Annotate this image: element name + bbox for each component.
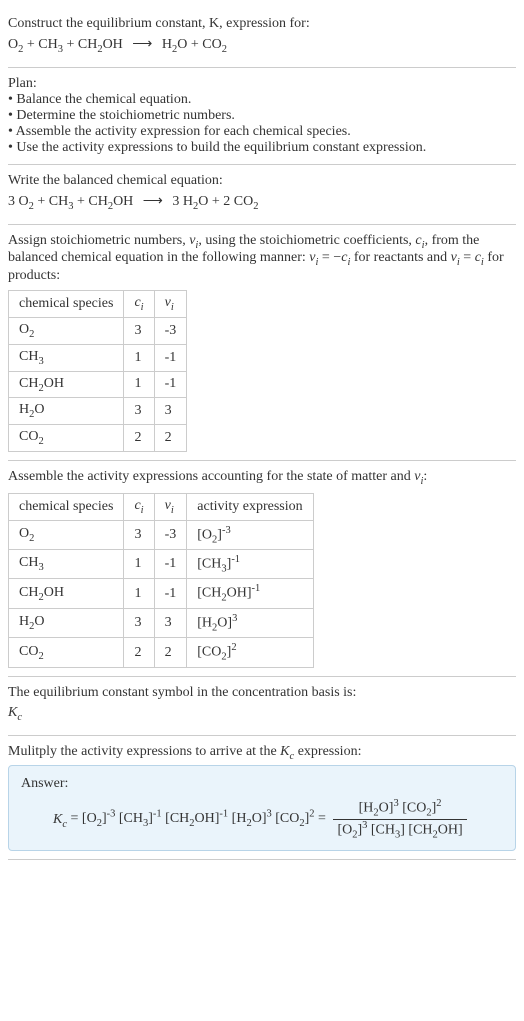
cell-species: O2	[9, 520, 124, 549]
cell-ci: 3	[124, 317, 154, 344]
th-vi: νi	[154, 493, 187, 520]
balanced-section: Write the balanced chemical equation: 3 …	[8, 165, 516, 225]
cell-species: H2O	[9, 398, 124, 425]
cell-activity: [CH3]-1	[187, 550, 313, 579]
ksymbol-section: The equilibrium constant symbol in the c…	[8, 677, 516, 736]
cell-activity: [CO2]2	[187, 638, 313, 667]
assign-t1: Assign stoichiometric numbers,	[8, 233, 189, 248]
cell-ci: 2	[124, 638, 154, 667]
cell-ci: 3	[124, 520, 154, 549]
cell-species: CO2	[9, 638, 124, 667]
plan-bullet-3: • Assemble the activity expression for e…	[8, 124, 516, 140]
ksymbol-value: Kc	[8, 705, 516, 723]
assign-section: Assign stoichiometric numbers, νi , using…	[8, 225, 516, 461]
ksymbol-line: The equilibrium constant symbol in the c…	[8, 685, 516, 701]
cell-ci: 1	[124, 579, 154, 608]
cell-vi: -3	[154, 317, 187, 344]
cell-vi: -1	[154, 371, 187, 398]
table-row: chemical species ci νi	[9, 291, 187, 318]
assign-text: Assign stoichiometric numbers, νi, using…	[8, 233, 516, 285]
answer-label: Answer:	[21, 776, 503, 792]
cell-ci: 3	[124, 608, 154, 637]
cell-species: H2O	[9, 608, 124, 637]
cell-ci: 2	[124, 425, 154, 452]
th-ci: ci	[124, 291, 154, 318]
plan-bullet-4: • Use the activity expressions to build …	[8, 140, 516, 156]
answer-box: Answer: Kc = [O2]-3 [CH3]-1 [CH2OH]-1 [H…	[8, 765, 516, 851]
intro-section: Construct the equilibrium constant, K, e…	[8, 8, 516, 68]
table-row: H2O 3 3 [H2O]3	[9, 608, 314, 637]
cell-vi: 3	[154, 608, 187, 637]
cell-species: O2	[9, 317, 124, 344]
assign-t2: , using the stoichiometric coefficients,	[198, 233, 415, 248]
cell-ci: 1	[124, 371, 154, 398]
table-row: CH2OH 1 -1	[9, 371, 187, 398]
cell-vi: -1	[154, 579, 187, 608]
cell-activity: [CH2OH]-1	[187, 579, 313, 608]
cell-vi: 3	[154, 398, 187, 425]
cell-vi: -1	[154, 344, 187, 371]
assemble-text: Assemble the activity expressions accoun…	[8, 469, 516, 487]
table-row: H2O 3 3	[9, 398, 187, 425]
cell-species: CH2OH	[9, 579, 124, 608]
cell-species: CH3	[9, 550, 124, 579]
balanced-equation: 3 O2 + CH3 + CH2OH ⟶ 3 H2O + 2 CO2	[8, 193, 516, 212]
assemble-section: Assemble the activity expressions accoun…	[8, 461, 516, 677]
plan-bullet-2: • Determine the stoichiometric numbers.	[8, 108, 516, 124]
cell-ci: 3	[124, 398, 154, 425]
table-row: CH3 1 -1 [CH3]-1	[9, 550, 314, 579]
multiply-text: Mulitply the activity expressions to arr…	[8, 744, 516, 762]
cell-species: CH2OH	[9, 371, 124, 398]
multiply-t2: expression:	[294, 744, 361, 759]
plan-bullet-1: • Balance the chemical equation.	[8, 92, 516, 108]
table-row: CH2OH 1 -1 [CH2OH]-1	[9, 579, 314, 608]
th-species: chemical species	[9, 291, 124, 318]
cell-ci: 1	[124, 344, 154, 371]
cell-activity: [H2O]3	[187, 608, 313, 637]
cell-species: CH3	[9, 344, 124, 371]
intro-text: Construct the equilibrium constant, K, e…	[8, 16, 310, 31]
balanced-heading: Write the balanced chemical equation:	[8, 173, 516, 189]
stoich-table-1: chemical species ci νi O2 3 -3 CH3 1 -1 …	[8, 290, 187, 452]
assign-t4: for reactants and	[350, 250, 450, 265]
multiply-t1: Mulitply the activity expressions to arr…	[8, 744, 280, 759]
th-activity: activity expression	[187, 493, 313, 520]
cell-activity: [O2]-3	[187, 520, 313, 549]
th-species: chemical species	[9, 493, 124, 520]
cell-vi: -3	[154, 520, 187, 549]
fraction-denominator: [O2]3 [CH3] [CH2OH]	[333, 820, 466, 840]
table-row: O2 3 -3	[9, 317, 187, 344]
intro-line1: Construct the equilibrium constant, K, e…	[8, 16, 516, 32]
cell-ci: 1	[124, 550, 154, 579]
answer-expression: Kc = [O2]-3 [CH3]-1 [CH2OH]-1 [H2O]3 [CO…	[21, 798, 503, 840]
stoich-table-2: chemical species ci νi activity expressi…	[8, 493, 314, 668]
table-row: CH3 1 -1	[9, 344, 187, 371]
plan-heading: Plan:	[8, 76, 516, 92]
cell-vi: 2	[154, 638, 187, 667]
multiply-section: Mulitply the activity expressions to arr…	[8, 736, 516, 861]
intro-equation: O2 + CH3 + CH2OH ⟶ H2O + CO2	[8, 36, 516, 55]
table-row: CO2 2 2	[9, 425, 187, 452]
cell-vi: -1	[154, 550, 187, 579]
fraction-numerator: [H2O]3 [CO2]2	[333, 798, 466, 819]
table-row: CO2 2 2 [CO2]2	[9, 638, 314, 667]
cell-vi: 2	[154, 425, 187, 452]
table-row: chemical species ci νi activity expressi…	[9, 493, 314, 520]
th-ci: ci	[124, 493, 154, 520]
assemble-t2: :	[423, 469, 427, 484]
table-row: O2 3 -3 [O2]-3	[9, 520, 314, 549]
assemble-t1: Assemble the activity expressions accoun…	[8, 469, 414, 484]
cell-species: CO2	[9, 425, 124, 452]
plan-section: Plan: • Balance the chemical equation. •…	[8, 68, 516, 165]
th-vi: νi	[154, 291, 187, 318]
fraction: [H2O]3 [CO2]2 [O2]3 [CH3] [CH2OH]	[333, 798, 466, 840]
